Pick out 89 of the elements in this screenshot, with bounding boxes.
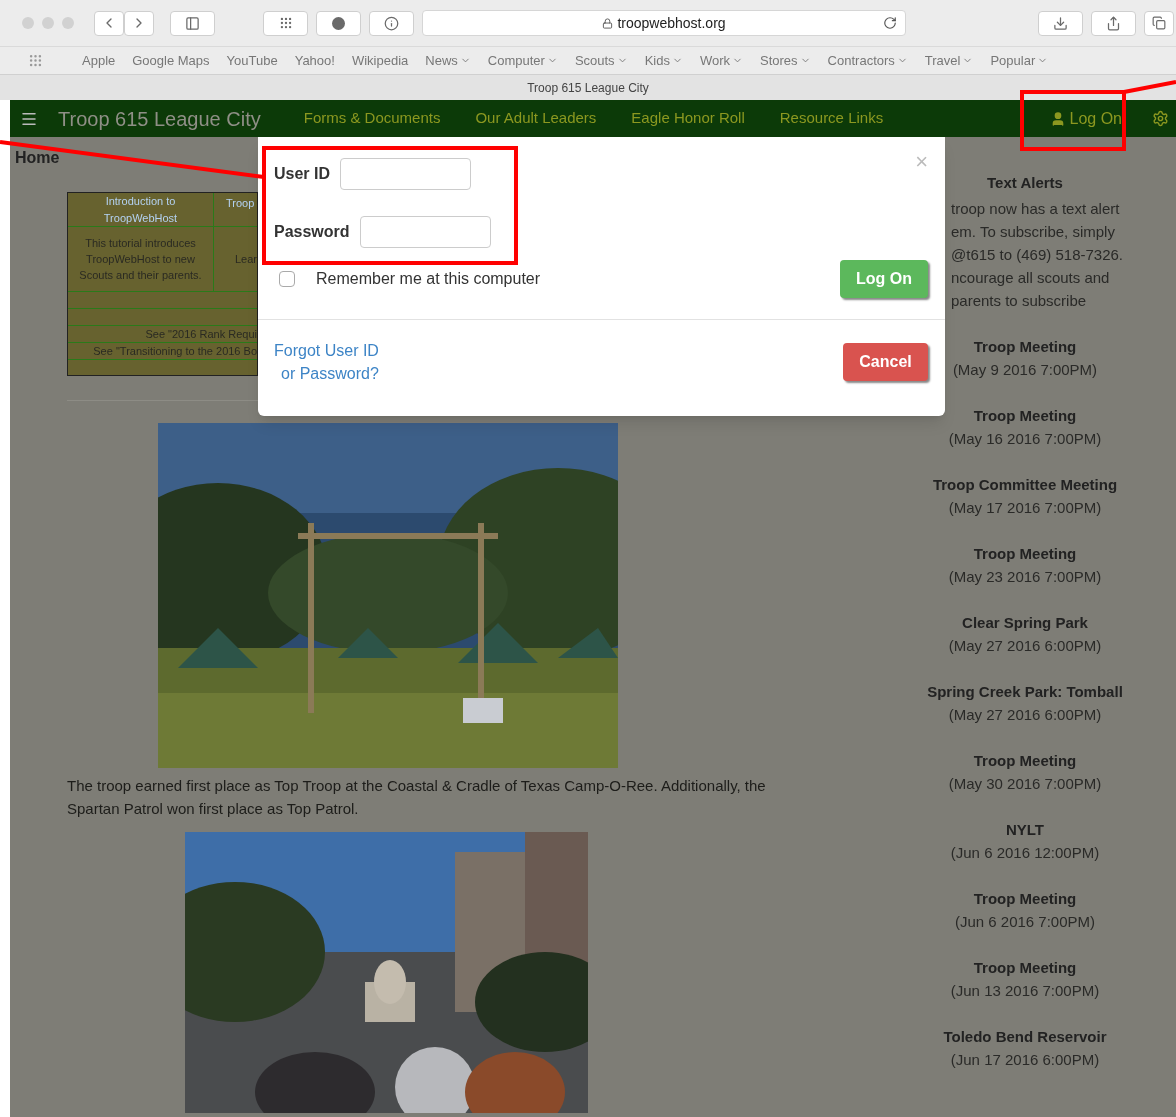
settings-icon[interactable]: [1152, 110, 1169, 127]
download-icon: [1053, 15, 1068, 31]
window-zoom-icon[interactable]: [62, 17, 74, 29]
apps-grid-icon[interactable]: [28, 53, 43, 68]
bookmark-link[interactable]: YouTube: [226, 50, 278, 71]
login-link[interactable]: Log On: [1049, 106, 1122, 131]
info-icon: [384, 15, 399, 31]
event-title[interactable]: Troop Meeting: [905, 749, 1145, 772]
bookmark-link[interactable]: Travel: [924, 50, 961, 71]
input-field[interactable]: [359, 216, 491, 248]
alert-text-line: @t615 to (469) 518-7326.: [951, 245, 1124, 265]
field-label: User ID: [274, 164, 331, 184]
bookmark-link[interactable]: Google Maps: [132, 50, 210, 71]
table-link[interactable]: Troop: [226, 197, 255, 209]
nav-link[interactable]: Forms & Documents: [303, 107, 441, 130]
event-title[interactable]: Troop Meeting: [905, 542, 1145, 565]
table-cell-text: This tutorial introduces TroopWebHost to new Scouts and their parents.: [78, 236, 203, 283]
back-button[interactable]: [94, 10, 124, 36]
download-button[interactable]: [1038, 10, 1083, 36]
extension-button[interactable]: [263, 10, 308, 36]
sidebar-icon: [185, 15, 200, 31]
grid-icon: [278, 16, 293, 30]
window-close-icon[interactable]: [22, 17, 34, 29]
checkbox[interactable]: [279, 271, 295, 287]
checkbox-label: Remember me at this computer: [316, 269, 541, 289]
event-date: (May 27 2016 6:00PM): [947, 705, 1103, 725]
nav-link[interactable]: Eagle Honor Roll: [631, 107, 745, 130]
field-label: Password: [274, 222, 350, 242]
log-on-button[interactable]: Log On: [840, 260, 928, 298]
event-title[interactable]: Spring Creek Park: Tomball: [905, 680, 1145, 703]
share-icon: [1106, 15, 1121, 31]
leader-line: [1123, 80, 1176, 94]
page-heading: Home: [15, 149, 61, 167]
photo-caption: The troop earned first place as Top Troop at the Coastal & Cradle of Texas Camp-O-Ree. Additionally, the Spartan Patrol won first place as Top Patrol.: [67, 776, 767, 819]
input-field[interactable]: [340, 158, 472, 190]
bookmark-link[interactable]: Stores: [760, 50, 798, 71]
event-title[interactable]: Troop Meeting: [905, 887, 1145, 910]
event-date: (May 27 2016 6:00PM): [947, 636, 1103, 656]
event-title[interactable]: Troop Committee Meeting: [905, 473, 1145, 496]
bookmark-link[interactable]: Popular: [990, 50, 1036, 71]
forgot-link[interactable]: Forgot User ID: [274, 339, 379, 362]
info-button[interactable]: [369, 10, 414, 36]
bookmark-link[interactable]: Yahoo!: [294, 50, 335, 71]
event-date: (May 16 2016 7:00PM): [947, 429, 1103, 449]
table-cell-text: See "2016 Rank Requi: [145, 326, 257, 342]
blocker-button[interactable]: [316, 10, 361, 36]
alert-text-line: troop now has a text alert: [951, 199, 1121, 219]
url-text: troopwebhost.org: [617, 13, 726, 33]
tabs-icon: [1152, 16, 1166, 30]
event-title[interactable]: Troop Meeting: [905, 956, 1145, 979]
event-date: (Jun 6 2016 12:00PM): [949, 843, 1101, 863]
bookmark-link[interactable]: News: [425, 50, 458, 71]
sidebar-button[interactable]: [170, 10, 215, 36]
table-cell-text: Lear: [234, 251, 257, 267]
reload-icon[interactable]: [883, 16, 897, 30]
share-button[interactable]: [1091, 10, 1136, 36]
event-title[interactable]: NYLT: [905, 818, 1145, 841]
event-date: (Jun 6 2016 7:00PM): [953, 912, 1097, 932]
tabs-button[interactable]: [1144, 10, 1174, 36]
bookmark-link[interactable]: Computer: [487, 50, 545, 71]
bookmark-link[interactable]: Wikipedia: [351, 50, 409, 71]
event-title[interactable]: Clear Spring Park: [905, 611, 1145, 634]
nav-link[interactable]: Our Adult Leaders: [475, 107, 597, 130]
bookmark-link[interactable]: Apple: [82, 50, 116, 71]
address-bar[interactable]: troopwebhost.org: [422, 10, 906, 36]
alert-text-line: ncourage all scouts and: [951, 268, 1111, 288]
table-link[interactable]: Introduction to TroopWebHost: [68, 193, 213, 226]
sidebar-heading: Text Alerts: [986, 174, 1064, 192]
event-date: (Jun 13 2016 7:00PM): [949, 981, 1101, 1001]
site-title[interactable]: Troop 615 League City: [58, 103, 261, 134]
bookmark-link[interactable]: Scouts: [574, 50, 615, 71]
event-date: (May 30 2016 7:00PM): [947, 774, 1103, 794]
bookmark-link[interactable]: Contractors: [827, 50, 895, 71]
tab-title[interactable]: Troop 615 League City: [527, 78, 649, 97]
alert-text-line: parents to subscribe: [951, 291, 1088, 311]
nav-link[interactable]: Resource Links: [779, 107, 884, 130]
bookmark-link[interactable]: Work: [699, 50, 731, 71]
event-title[interactable]: Toledo Bend Reservoir: [905, 1025, 1145, 1048]
forgot-link[interactable]: or Password?: [274, 362, 379, 385]
cancel-button[interactable]: Cancel: [843, 343, 928, 381]
bookmark-link[interactable]: Kids: [644, 50, 670, 71]
table-cell-text: See "Transitioning to the 2016 Bo: [93, 343, 257, 359]
alert-text-line: em. To subscribe, simply: [951, 222, 1116, 242]
event-date: (May 23 2016 7:00PM): [947, 567, 1103, 587]
forward-button[interactable]: [124, 10, 154, 36]
event-date: (Jun 17 2016 6:00PM): [949, 1050, 1101, 1070]
lock-icon: [602, 17, 614, 29]
event-date: (May 17 2016 7:00PM): [947, 498, 1103, 518]
window-minimize-icon[interactable]: [42, 17, 54, 29]
